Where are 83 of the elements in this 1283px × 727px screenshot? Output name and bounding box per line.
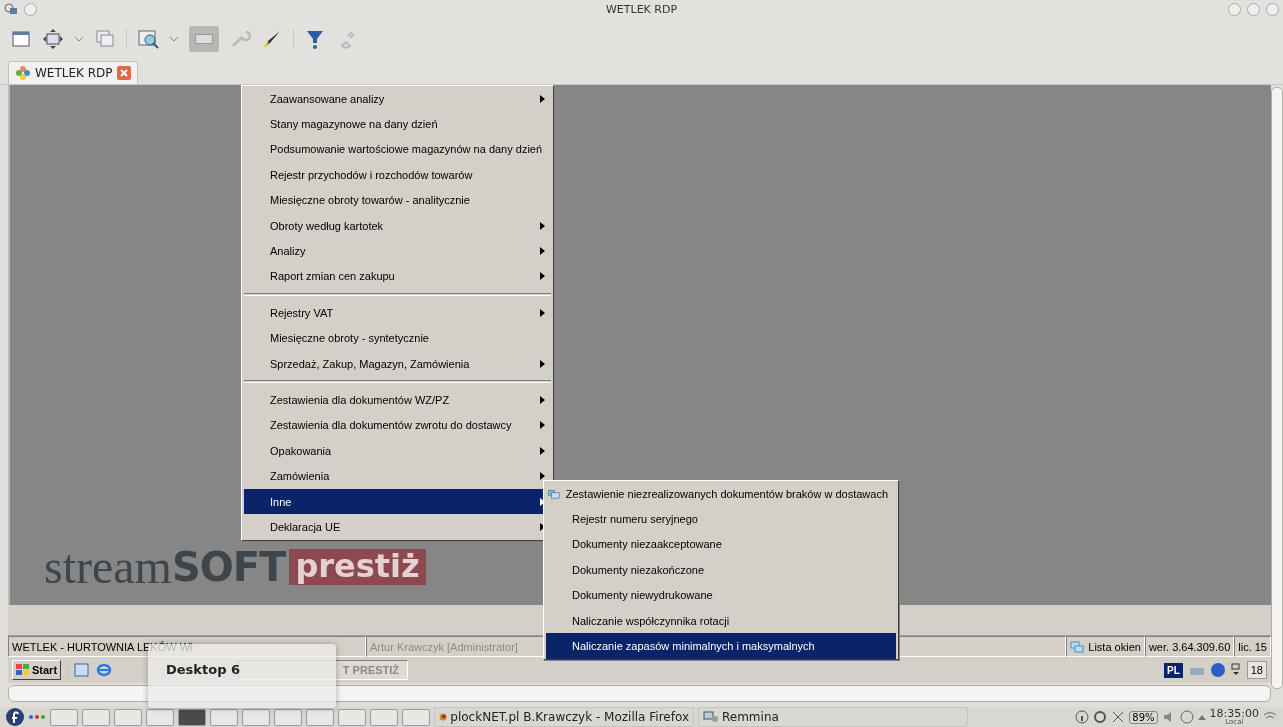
workspace-switcher[interactable] [146, 708, 174, 726]
workspace-switcher[interactable] [242, 708, 270, 726]
fedora-logo-icon[interactable] [6, 708, 24, 726]
window-title: WETLEK RDP [605, 2, 678, 16]
chevron-down-icon[interactable] [74, 36, 84, 42]
menu-item[interactable]: Zestawienia dla dokumentów WZ/PZ [244, 376, 551, 413]
workspace-switcher[interactable] [50, 708, 78, 726]
workspace-switcher[interactable] [82, 708, 110, 726]
workspace-switcher[interactable] [114, 708, 142, 726]
zoom-icon[interactable] [137, 28, 159, 50]
menu-item[interactable]: Analizy [244, 238, 551, 264]
workspace-switcher[interactable] [402, 708, 430, 726]
funnel-icon[interactable] [304, 28, 326, 50]
submenu-arrow-icon [540, 396, 545, 404]
scissors-icon[interactable] [1111, 710, 1126, 724]
menu-item[interactable]: Sprzedaż, Zakup, Magazyn, Zamówienia [244, 350, 551, 377]
menu-item[interactable]: Rejestry VAT [244, 289, 551, 326]
logo: streamSOFT prestiż [44, 543, 426, 591]
workspace-switcher[interactable] [370, 708, 398, 726]
submenu-arrow-icon [540, 522, 545, 531]
browser-icon[interactable] [96, 662, 113, 679]
window-menu-button[interactable] [24, 2, 37, 16]
battery-level[interactable]: 89% [1129, 710, 1158, 724]
close-button[interactable] [1266, 2, 1279, 16]
remote-icon [703, 711, 719, 723]
menu-item[interactable]: Dokumenty niezakończone [546, 557, 896, 583]
workspace-switcher[interactable] [210, 708, 238, 726]
menu-item[interactable]: Dokumenty niewydrukowane [546, 582, 896, 608]
submenu-arrow-icon [540, 446, 545, 455]
submenu-arrow-icon [540, 221, 545, 230]
windows-icon [1070, 640, 1085, 653]
submenu-arrow-icon [540, 308, 545, 317]
connection-tab[interactable]: WETLEK RDP [8, 61, 138, 84]
menu-item[interactable]: Rejestr przychodów i rozchodów towarów [244, 162, 551, 188]
maximize-button[interactable] [1247, 2, 1260, 16]
move-icon[interactable] [42, 28, 64, 50]
minimize-button[interactable] [1228, 2, 1241, 16]
workspace-switcher[interactable] [338, 708, 366, 726]
task-label: plockNET.pl B.Krawczyk - Mozilla Firefox [450, 710, 689, 724]
remote-clock: 18 [1246, 661, 1267, 680]
workspace-switcher[interactable] [178, 708, 206, 726]
flower-icon [15, 65, 31, 81]
language-indicator[interactable]: PL [1163, 662, 1183, 678]
keyboard-icon [195, 34, 213, 44]
menu-item[interactable]: Naliczanie zapasów minimalnych i maksymalnych [546, 633, 896, 659]
menu-item[interactable]: Stany magazynowe na dany dzień [244, 111, 551, 137]
submenu-arrow-icon [540, 421, 545, 430]
menu-item[interactable]: Miesięczne obroty towarów - analitycznie [244, 187, 551, 213]
task-button[interactable]: Remmina [698, 707, 968, 727]
desktop-label: Desktop 6 [166, 662, 240, 677]
vertical-scrollbar[interactable] [1271, 87, 1283, 689]
tab-label: WETLEK RDP [35, 66, 113, 80]
task-button[interactable]: plockNET.pl B.Krawczyk - Mozilla Firefox [434, 707, 694, 727]
submenu-arrow-icon [540, 272, 545, 281]
task-label: Remmina [722, 710, 779, 724]
caret-up-icon[interactable] [1197, 714, 1206, 720]
menu-item[interactable]: Raport zmian cen zakupu [244, 263, 551, 290]
submenu-arrow-icon [540, 359, 545, 368]
keyboard-toggle-button[interactable] [189, 26, 219, 52]
menu-item[interactable]: Zestawienia dla dokumentów zwrotu do dostawcy [244, 412, 551, 439]
submenu-arrow-icon [540, 472, 545, 481]
menu-item[interactable]: Miesięczne obroty - syntetycznie [244, 325, 551, 351]
window-list-button[interactable]: Lista okien [1066, 636, 1145, 658]
menu-item[interactable]: Obroty według kartotek [244, 212, 551, 239]
submenu-arrow-icon [540, 247, 545, 256]
workspace-switcher[interactable] [274, 708, 302, 726]
info-icon[interactable] [1075, 710, 1090, 724]
menu-item[interactable]: Podsumowanie wartościowe magazynów na dany dzień [244, 136, 551, 163]
windows-icon[interactable] [1230, 663, 1241, 678]
desktop-icon[interactable] [74, 662, 91, 679]
app-icon [4, 3, 18, 15]
submenu-arrow-icon [540, 94, 545, 103]
chevron-down-icon[interactable] [169, 36, 179, 42]
status-version: wer. 3.64.309.60 [1144, 636, 1235, 658]
workspace-switcher[interactable] [306, 708, 334, 726]
windows-logo-icon [16, 664, 30, 677]
start-button[interactable]: Start [12, 660, 62, 681]
menu-item[interactable]: Zaawansowane analizy [244, 86, 551, 112]
status-license: lic. 15 [1234, 636, 1271, 658]
close-icon[interactable] [116, 66, 131, 80]
menu-item[interactable]: Opakowania [244, 438, 551, 464]
window-icon[interactable] [10, 28, 32, 50]
activities-icon[interactable] [28, 714, 46, 720]
